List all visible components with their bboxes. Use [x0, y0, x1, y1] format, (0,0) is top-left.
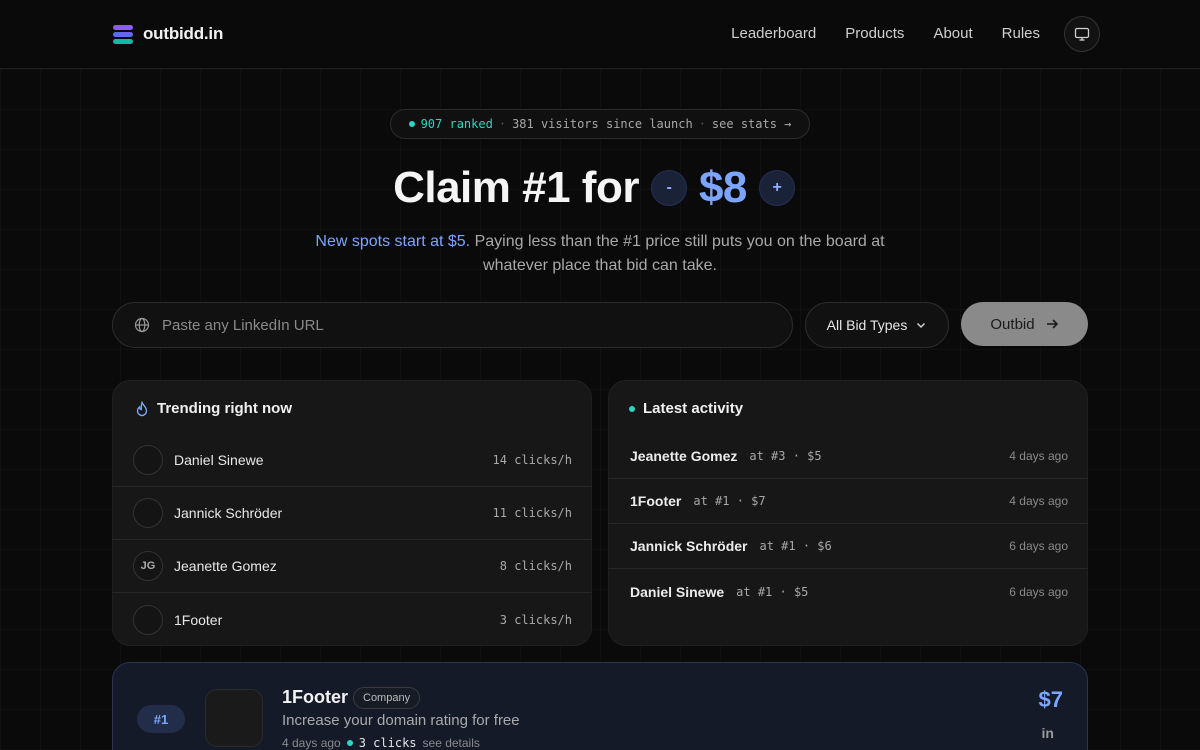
linkedin-search	[112, 302, 793, 348]
nav-products[interactable]: Products	[845, 16, 904, 52]
activity-row[interactable]: Jeanette Gomez at #3 · $5 4 days ago	[609, 434, 1087, 479]
activity-card: Latest activity Jeanette Gomez at #3 · $…	[608, 380, 1088, 646]
live-dot-icon	[629, 405, 635, 412]
top-entry-card[interactable]: #1 1Footer Company Increase your domain …	[112, 662, 1088, 750]
trending-row[interactable]: Daniel Sinewe 14 clicks/h	[113, 434, 591, 487]
activity-row[interactable]: 1Footer at #1 · $7 4 days ago	[609, 479, 1087, 524]
logo-stack-icon	[113, 24, 133, 44]
rank-badge: #1	[137, 705, 185, 733]
trending-name: Jannick Schröder	[174, 505, 283, 521]
avatar: JG	[133, 551, 163, 581]
nav-rules[interactable]: Rules	[1002, 16, 1040, 52]
activity-meta: at #1 · $6	[759, 539, 832, 553]
trending-row[interactable]: JG Jeanette Gomez 8 clicks/h	[113, 540, 591, 593]
entry-description: Increase your domain rating for free	[282, 712, 520, 729]
decrease-price-button[interactable]: -	[650, 170, 687, 206]
linkedin-url-input[interactable]	[162, 316, 792, 334]
trending-rate: 14 clicks/h	[492, 453, 572, 467]
ranked-count: 907 ranked	[420, 117, 493, 131]
entry-name: 1Footer	[282, 687, 349, 707]
activity-time: 4 days ago	[1009, 449, 1068, 463]
entry-age: 4 days ago	[282, 736, 341, 750]
trending-row[interactable]: Jannick Schröder 11 clicks/h	[113, 487, 591, 540]
arrow-right-icon	[1046, 319, 1058, 329]
trending-rate: 11 clicks/h	[492, 506, 572, 520]
trending-rate: 3 clicks/h	[499, 612, 572, 627]
headline-text: Claim #1 for	[393, 163, 639, 212]
outbid-button[interactable]: Outbid	[961, 302, 1088, 346]
activity-time: 6 days ago	[1009, 584, 1068, 599]
activity-meta: at #1 · $5	[736, 584, 809, 599]
activity-row[interactable]: Daniel Sinewe at #1 · $5 6 days ago	[609, 569, 1087, 614]
activity-meta: at #3 · $5	[749, 449, 822, 463]
avatar	[133, 445, 163, 475]
see-stats-link[interactable]: see stats →	[712, 117, 791, 131]
trending-name: Jeanette Gomez	[174, 558, 277, 574]
hero-headline: Claim #1 for - $8 +	[0, 160, 1200, 216]
activity-name: Jeanette Gomez	[630, 448, 738, 464]
see-details-link[interactable]: see details	[423, 736, 480, 750]
trending-rate: 8 clicks/h	[499, 559, 572, 573]
activity-name: Jannick Schröder	[630, 538, 748, 554]
linkedin-icon[interactable]: in	[1042, 725, 1054, 741]
outbid-label: Outbid	[990, 315, 1035, 333]
activity-time: 4 days ago	[1009, 494, 1068, 508]
activity-title: Latest activity	[629, 400, 743, 417]
live-dot-icon	[408, 121, 415, 127]
activity-name: 1Footer	[630, 493, 682, 509]
trending-name: Daniel Sinewe	[174, 452, 264, 468]
activity-row[interactable]: Jannick Schröder at #1 · $6 6 days ago	[609, 524, 1087, 569]
trending-title: Trending right now	[135, 400, 292, 417]
bid-type-select[interactable]: All Bid Types	[805, 302, 949, 348]
subline-highlight: New spots start at $5.	[315, 233, 471, 250]
nav-about[interactable]: About	[933, 16, 972, 52]
trending-card: Trending right now Daniel Sinewe 14 clic…	[112, 380, 592, 646]
main-nav: Leaderboard Products About Rules	[731, 16, 1100, 52]
entry-clicks: 3 clicks	[358, 736, 417, 750]
stats-pill[interactable]: 907 ranked · 381 visitors since launch ·…	[390, 109, 810, 139]
nav-leaderboard[interactable]: Leaderboard	[731, 16, 816, 52]
chevron-down-icon	[917, 322, 926, 329]
monitor-icon	[1074, 27, 1090, 41]
activity-meta: at #1 · $7	[693, 494, 766, 508]
activity-name: Daniel Sinewe	[630, 583, 725, 600]
claim-price: $8	[698, 163, 747, 212]
activity-time: 6 days ago	[1009, 539, 1068, 553]
entry-price: $7	[1038, 687, 1063, 712]
hero-subline: New spots start at $5. Paying less than …	[300, 230, 900, 278]
trending-name: 1Footer	[174, 611, 223, 628]
flame-icon	[136, 400, 148, 416]
top-navbar: outbidd.in Leaderboard Products About Ru…	[0, 0, 1200, 69]
bid-type-value: All Bid Types	[826, 317, 908, 333]
entry-meta: 4 days ago 3 clicks see details	[282, 736, 480, 750]
theme-toggle-button[interactable]	[1064, 16, 1100, 52]
live-dot-icon	[346, 740, 353, 746]
avatar	[133, 498, 163, 528]
entry-logo	[205, 689, 263, 747]
increase-price-button[interactable]: +	[758, 170, 795, 206]
entry-type-badge: Company	[353, 687, 421, 709]
brand-logo[interactable]: outbidd.in	[113, 24, 223, 44]
avatar	[133, 604, 163, 635]
trending-row[interactable]: 1Footer 3 clicks/h	[113, 593, 591, 645]
globe-icon	[134, 317, 150, 333]
subline-rest: Paying less than the #1 price still puts…	[470, 233, 885, 274]
brand-name: outbidd.in	[143, 24, 224, 43]
visitors-count: 381 visitors since launch	[512, 117, 693, 131]
